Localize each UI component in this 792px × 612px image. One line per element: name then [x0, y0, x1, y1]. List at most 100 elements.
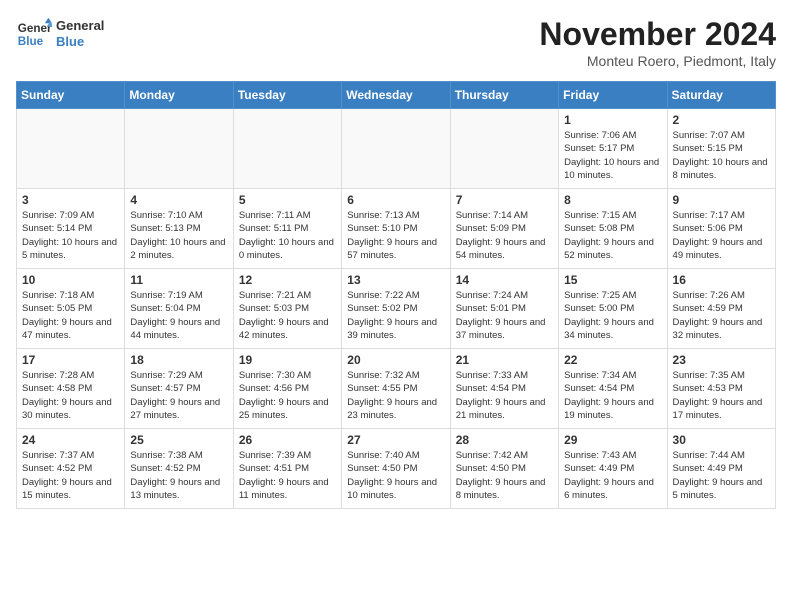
day-info: Sunrise: 7:14 AM Sunset: 5:09 PM Dayligh…: [456, 209, 553, 262]
weekday-header: Monday: [125, 82, 233, 109]
day-number: 6: [347, 193, 444, 207]
day-number: 29: [564, 433, 661, 447]
day-info: Sunrise: 7:38 AM Sunset: 4:52 PM Dayligh…: [130, 449, 227, 502]
calendar-day-cell: 13 Sunrise: 7:22 AM Sunset: 5:02 PM Dayli…: [342, 269, 450, 349]
calendar-day-cell: 9 Sunrise: 7:17 AM Sunset: 5:06 PM Daylig…: [667, 189, 775, 269]
calendar-day-cell: 27 Sunrise: 7:40 AM Sunset: 4:50 PM Dayli…: [342, 429, 450, 509]
day-number: 4: [130, 193, 227, 207]
day-info: Sunrise: 7:30 AM Sunset: 4:56 PM Dayligh…: [239, 369, 336, 422]
day-info: Sunrise: 7:24 AM Sunset: 5:01 PM Dayligh…: [456, 289, 553, 342]
weekday-header: Tuesday: [233, 82, 341, 109]
weekday-header-row: SundayMondayTuesdayWednesdayThursdayFrid…: [17, 82, 776, 109]
day-info: Sunrise: 7:21 AM Sunset: 5:03 PM Dayligh…: [239, 289, 336, 342]
svg-text:General: General: [18, 22, 52, 35]
calendar-day-cell: 25 Sunrise: 7:38 AM Sunset: 4:52 PM Dayli…: [125, 429, 233, 509]
calendar-day-cell: 16 Sunrise: 7:26 AM Sunset: 4:59 PM Dayli…: [667, 269, 775, 349]
day-info: Sunrise: 7:29 AM Sunset: 4:57 PM Dayligh…: [130, 369, 227, 422]
calendar-day-cell: 21 Sunrise: 7:33 AM Sunset: 4:54 PM Dayli…: [450, 349, 558, 429]
day-number: 1: [564, 113, 661, 127]
day-info: Sunrise: 7:22 AM Sunset: 5:02 PM Dayligh…: [347, 289, 444, 342]
calendar-day-cell: 19 Sunrise: 7:30 AM Sunset: 4:56 PM Dayli…: [233, 349, 341, 429]
calendar-day-cell: 23Sunrise: 7:35 AM Sunset: 4:53 PM Dayli…: [667, 349, 775, 429]
month-title: November 2024: [539, 16, 776, 53]
weekday-header: Wednesday: [342, 82, 450, 109]
day-number: 21: [456, 353, 553, 367]
logo: General Blue General Blue: [16, 16, 104, 52]
day-info: Sunrise: 7:15 AM Sunset: 5:08 PM Dayligh…: [564, 209, 661, 262]
calendar-day-cell: 18 Sunrise: 7:29 AM Sunset: 4:57 PM Dayli…: [125, 349, 233, 429]
day-number: 28: [456, 433, 553, 447]
calendar-day-cell: 22 Sunrise: 7:34 AM Sunset: 4:54 PM Dayli…: [559, 349, 667, 429]
day-number: 13: [347, 273, 444, 287]
day-number: 22: [564, 353, 661, 367]
calendar-day-cell: [125, 109, 233, 189]
day-number: 12: [239, 273, 336, 287]
calendar-day-cell: 11 Sunrise: 7:19 AM Sunset: 5:04 PM Dayli…: [125, 269, 233, 349]
day-info: Sunrise: 7:09 AM Sunset: 5:14 PM Dayligh…: [22, 209, 119, 262]
day-number: 14: [456, 273, 553, 287]
weekday-header: Thursday: [450, 82, 558, 109]
day-number: 25: [130, 433, 227, 447]
day-info: Sunrise: 7:07 AM Sunset: 5:15 PM Dayligh…: [673, 129, 770, 182]
day-info: Sunrise: 7:25 AM Sunset: 5:00 PM Dayligh…: [564, 289, 661, 342]
calendar-day-cell: 28 Sunrise: 7:42 AM Sunset: 4:50 PM Dayli…: [450, 429, 558, 509]
day-info: Sunrise: 7:19 AM Sunset: 5:04 PM Dayligh…: [130, 289, 227, 342]
weekday-header: Saturday: [667, 82, 775, 109]
day-info: Sunrise: 7:39 AM Sunset: 4:51 PM Dayligh…: [239, 449, 336, 502]
weekday-header: Friday: [559, 82, 667, 109]
calendar-day-cell: [233, 109, 341, 189]
day-info: Sunrise: 7:44 AM Sunset: 4:49 PM Dayligh…: [673, 449, 770, 502]
day-info: Sunrise: 7:34 AM Sunset: 4:54 PM Dayligh…: [564, 369, 661, 422]
calendar-week-row: 3 Sunrise: 7:09 AM Sunset: 5:14 PM Daylig…: [17, 189, 776, 269]
calendar-day-cell: 7 Sunrise: 7:14 AM Sunset: 5:09 PM Daylig…: [450, 189, 558, 269]
page-header: General Blue General Blue November 2024 …: [16, 16, 776, 69]
calendar-day-cell: 30Sunrise: 7:44 AM Sunset: 4:49 PM Dayli…: [667, 429, 775, 509]
calendar-week-row: 24 Sunrise: 7:37 AM Sunset: 4:52 PM Dayli…: [17, 429, 776, 509]
day-info: Sunrise: 7:06 AM Sunset: 5:17 PM Dayligh…: [564, 129, 661, 182]
day-number: 3: [22, 193, 119, 207]
day-number: 18: [130, 353, 227, 367]
calendar-day-cell: [450, 109, 558, 189]
calendar-day-cell: 14 Sunrise: 7:24 AM Sunset: 5:01 PM Dayli…: [450, 269, 558, 349]
day-number: 19: [239, 353, 336, 367]
day-info: Sunrise: 7:26 AM Sunset: 4:59 PM Dayligh…: [673, 289, 770, 342]
calendar-week-row: 17Sunrise: 7:28 AM Sunset: 4:58 PM Dayli…: [17, 349, 776, 429]
day-number: 5: [239, 193, 336, 207]
day-number: 24: [22, 433, 119, 447]
day-info: Sunrise: 7:17 AM Sunset: 5:06 PM Dayligh…: [673, 209, 770, 262]
calendar-day-cell: 15 Sunrise: 7:25 AM Sunset: 5:00 PM Dayli…: [559, 269, 667, 349]
day-info: Sunrise: 7:10 AM Sunset: 5:13 PM Dayligh…: [130, 209, 227, 262]
day-info: Sunrise: 7:42 AM Sunset: 4:50 PM Dayligh…: [456, 449, 553, 502]
day-number: 9: [673, 193, 770, 207]
calendar-day-cell: 29 Sunrise: 7:43 AM Sunset: 4:49 PM Dayli…: [559, 429, 667, 509]
calendar-day-cell: [17, 109, 125, 189]
day-number: 26: [239, 433, 336, 447]
day-info: Sunrise: 7:43 AM Sunset: 4:49 PM Dayligh…: [564, 449, 661, 502]
day-number: 2: [673, 113, 770, 127]
day-info: Sunrise: 7:33 AM Sunset: 4:54 PM Dayligh…: [456, 369, 553, 422]
calendar-week-row: 10 Sunrise: 7:18 AM Sunset: 5:05 PM Dayli…: [17, 269, 776, 349]
day-number: 8: [564, 193, 661, 207]
calendar-day-cell: 1 Sunrise: 7:06 AM Sunset: 5:17 PM Daylig…: [559, 109, 667, 189]
calendar-day-cell: 24 Sunrise: 7:37 AM Sunset: 4:52 PM Dayli…: [17, 429, 125, 509]
calendar-day-cell: 20Sunrise: 7:32 AM Sunset: 4:55 PM Dayli…: [342, 349, 450, 429]
calendar-day-cell: [342, 109, 450, 189]
day-number: 27: [347, 433, 444, 447]
calendar-day-cell: 4 Sunrise: 7:10 AM Sunset: 5:13 PM Daylig…: [125, 189, 233, 269]
calendar-day-cell: 6Sunrise: 7:13 AM Sunset: 5:10 PM Daylig…: [342, 189, 450, 269]
calendar-day-cell: 12 Sunrise: 7:21 AM Sunset: 5:03 PM Dayli…: [233, 269, 341, 349]
location: Monteu Roero, Piedmont, Italy: [539, 53, 776, 69]
day-number: 10: [22, 273, 119, 287]
day-info: Sunrise: 7:40 AM Sunset: 4:50 PM Dayligh…: [347, 449, 444, 502]
calendar-day-cell: 3 Sunrise: 7:09 AM Sunset: 5:14 PM Daylig…: [17, 189, 125, 269]
day-info: Sunrise: 7:37 AM Sunset: 4:52 PM Dayligh…: [22, 449, 119, 502]
calendar-day-cell: 5Sunrise: 7:11 AM Sunset: 5:11 PM Daylig…: [233, 189, 341, 269]
calendar-day-cell: 17Sunrise: 7:28 AM Sunset: 4:58 PM Dayli…: [17, 349, 125, 429]
day-number: 15: [564, 273, 661, 287]
day-number: 11: [130, 273, 227, 287]
day-number: 16: [673, 273, 770, 287]
weekday-header: Sunday: [17, 82, 125, 109]
day-info: Sunrise: 7:18 AM Sunset: 5:05 PM Dayligh…: [22, 289, 119, 342]
day-number: 7: [456, 193, 553, 207]
calendar-day-cell: 8 Sunrise: 7:15 AM Sunset: 5:08 PM Daylig…: [559, 189, 667, 269]
